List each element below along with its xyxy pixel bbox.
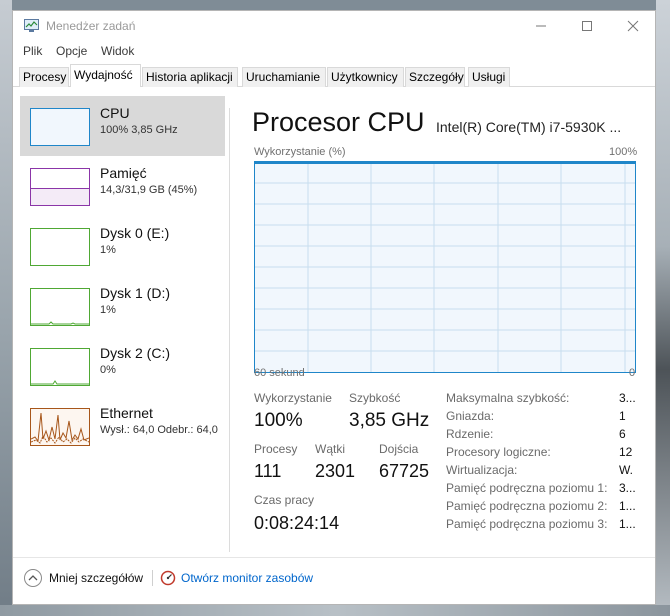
chevron-up-circle-icon bbox=[24, 569, 42, 587]
sidebar-item-title: Dysk 2 (C:) bbox=[100, 345, 170, 361]
sidebar-item-disk-2[interactable]: Dysk 2 (C:) 0% bbox=[20, 336, 225, 396]
handles-label: Dojścia bbox=[379, 442, 419, 456]
sidebar-item-ethernet[interactable]: Ethernet Wysł.: 64,0 Odebr.: 64,0 bbox=[20, 396, 225, 456]
detail-cores-label: Rdzenie: bbox=[446, 427, 494, 441]
uptime-label: Czas pracy bbox=[254, 493, 315, 507]
maximize-button[interactable] bbox=[564, 11, 610, 41]
graph-title-label: Wykorzystanie (%) bbox=[254, 146, 346, 158]
speed-label: Szybkość bbox=[349, 391, 401, 405]
detail-sockets-value: 1 bbox=[619, 409, 626, 423]
disk-2-thumbnail-graph bbox=[30, 348, 90, 386]
graph-max-label: 100% bbox=[609, 146, 638, 158]
memory-usage-fill bbox=[31, 187, 89, 205]
detail-virtualization-label: Wirtualizacja: bbox=[446, 463, 518, 477]
maximize-icon bbox=[582, 21, 592, 31]
sidebar-item-title: CPU bbox=[100, 105, 130, 121]
resource-monitor-icon-wrap[interactable] bbox=[160, 570, 176, 590]
sidebar-item-memory[interactable]: Pamięć 14,3/31,9 GB (45%) bbox=[20, 156, 225, 216]
resource-monitor-icon bbox=[160, 570, 176, 586]
tab-processes[interactable]: Procesy bbox=[19, 67, 69, 87]
detail-l2-cache-label: Pamięć podręczna poziomu 2: bbox=[446, 499, 608, 513]
cpu-model-name: Intel(R) Core(TM) i7-5930K ... bbox=[436, 119, 622, 135]
tab-users[interactable]: Użytkownicy bbox=[327, 67, 404, 87]
desktop-background-bottom bbox=[0, 605, 670, 616]
detail-l2-cache-value: 1... bbox=[619, 499, 636, 513]
sidebar-item-disk-1[interactable]: Dysk 1 (D:) 1% bbox=[20, 276, 225, 336]
window-title: Menedżer zadań bbox=[46, 19, 136, 33]
utilization-label: Wykorzystanie bbox=[254, 391, 332, 405]
sidebar-item-subtitle: Wysł.: 64,0 Odebr.: 64,0 bbox=[100, 424, 218, 436]
detail-l1-cache-label: Pamięć podręczna poziomu 1: bbox=[446, 481, 608, 495]
threads-value: 2301 bbox=[315, 461, 356, 481]
ethernet-thumbnail-graph bbox=[30, 408, 90, 446]
detail-sockets-label: Gniazda: bbox=[446, 409, 495, 423]
sidebar-item-cpu[interactable]: CPU 100% 3,85 GHz bbox=[20, 96, 225, 156]
processes-value: 111 bbox=[254, 461, 282, 481]
detail-max-speed-label: Maksymalna szybkość: bbox=[446, 391, 570, 405]
menu-bar: Plik Opcje Widok bbox=[13, 42, 655, 62]
tab-services[interactable]: Usługi bbox=[468, 67, 510, 87]
disk-1-thumbnail-graph bbox=[30, 288, 90, 326]
close-icon bbox=[627, 20, 639, 32]
cpu-usage-graph bbox=[254, 161, 636, 373]
handles-value: 67725 bbox=[379, 461, 430, 481]
cpu-thumbnail-graph bbox=[30, 108, 90, 146]
panel-divider bbox=[229, 108, 230, 552]
footer-divider bbox=[152, 570, 153, 586]
tab-performance[interactable]: Wydajność bbox=[70, 64, 141, 87]
title-bar[interactable]: Menedżer zadań bbox=[13, 11, 655, 41]
memory-thumbnail-graph bbox=[30, 168, 90, 206]
page-title: Procesor CPU bbox=[252, 107, 425, 137]
menu-file[interactable]: Plik bbox=[23, 44, 42, 58]
detail-l1-cache-value: 3... bbox=[619, 481, 636, 495]
disk-0-thumbnail-graph bbox=[30, 228, 90, 266]
resource-sidebar: CPU 100% 3,85 GHz Pamięć 14,3/31,9 GB (4… bbox=[20, 96, 225, 552]
graph-min-label: 0 bbox=[629, 367, 636, 379]
uptime-value: 0:08:24:14 bbox=[254, 513, 340, 533]
detail-logical-processors-value: 12 bbox=[619, 445, 633, 459]
detail-l3-cache-value: 1... bbox=[619, 517, 636, 531]
minimize-button[interactable] bbox=[518, 11, 564, 41]
processes-label: Procesy bbox=[254, 442, 298, 456]
detail-cores-value: 6 bbox=[619, 427, 626, 441]
desktop-background-left bbox=[0, 0, 12, 616]
minimize-icon bbox=[536, 25, 546, 27]
detail-l3-cache-label: Pamięć podręczna poziomu 3: bbox=[446, 517, 608, 531]
sidebar-item-title: Pamięć bbox=[100, 165, 147, 181]
sidebar-item-title: Ethernet bbox=[100, 405, 153, 421]
sidebar-item-disk-0[interactable]: Dysk 0 (E:) 1% bbox=[20, 216, 225, 276]
tab-details[interactable]: Szczegóły bbox=[405, 67, 465, 87]
threads-label: Wątki bbox=[315, 442, 345, 456]
sidebar-item-title: Dysk 0 (E:) bbox=[100, 225, 170, 241]
fewer-details-button[interactable]: Mniej szczegółów bbox=[49, 571, 143, 585]
sidebar-item-title: Dysk 1 (D:) bbox=[100, 285, 170, 301]
tab-app-history[interactable]: Historia aplikacji bbox=[142, 67, 238, 87]
tab-startup[interactable]: Uruchamianie bbox=[242, 67, 326, 87]
fewer-details-toggle[interactable] bbox=[23, 568, 43, 588]
task-manager-app-icon bbox=[24, 19, 39, 32]
sidebar-item-subtitle: 1% bbox=[100, 244, 116, 256]
utilization-value: 100% bbox=[254, 410, 303, 431]
footer-separator bbox=[13, 557, 655, 558]
graph-time-label: 60 sekund bbox=[254, 367, 305, 379]
sidebar-item-subtitle: 1% bbox=[100, 304, 116, 316]
detail-virtualization-value: W. bbox=[619, 463, 633, 477]
sidebar-item-subtitle: 0% bbox=[100, 364, 116, 376]
detail-logical-processors-label: Procesory logiczne: bbox=[446, 445, 551, 459]
menu-options[interactable]: Opcje bbox=[56, 44, 87, 58]
task-manager-window: Menedżer zadań Plik Opcje Widok Procesy … bbox=[12, 10, 656, 605]
desktop-background-right bbox=[656, 0, 670, 616]
menu-view[interactable]: Widok bbox=[101, 44, 134, 58]
open-resource-monitor-link[interactable]: Otwórz monitor zasobów bbox=[181, 571, 313, 585]
close-button[interactable] bbox=[610, 11, 656, 41]
detail-max-speed-value: 3... bbox=[619, 391, 636, 405]
tab-strip: Procesy Wydajność Historia aplikacji Uru… bbox=[13, 64, 655, 87]
sidebar-item-subtitle: 14,3/31,9 GB (45%) bbox=[100, 184, 198, 196]
cpu-usage-grid bbox=[255, 162, 635, 372]
speed-value: 3,85 GHz bbox=[349, 410, 430, 431]
sidebar-item-subtitle: 100% 3,85 GHz bbox=[100, 124, 178, 136]
